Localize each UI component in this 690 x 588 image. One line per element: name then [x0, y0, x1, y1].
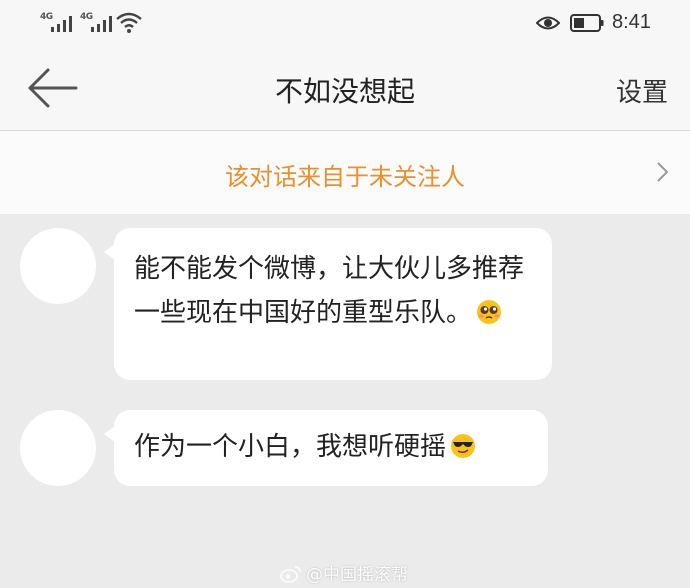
- wifi-icon: [116, 12, 142, 33]
- settings-button[interactable]: 设置: [616, 72, 668, 109]
- signal-1: 4G: [40, 12, 74, 34]
- battery-icon: [570, 14, 604, 32]
- eye-icon: [536, 16, 560, 30]
- chevron-right-icon: [657, 162, 669, 182]
- status-bar: 4G 4G 8:41: [0, 0, 690, 48]
- notice-text: 该对话来自于未关注人: [225, 163, 465, 191]
- signal-2: 4G: [80, 12, 114, 34]
- message-bubble[interactable]: 能不能发个微博，让大伙儿多推荐一些现在中国好的重型乐队。: [104, 228, 552, 380]
- message-text: 作为一个小白，我想听硬摇: [134, 432, 447, 462]
- page-title: 不如没想起: [274, 75, 415, 108]
- clock: 8:41: [612, 11, 651, 33]
- signal-icon: [51, 16, 72, 32]
- weibo-icon: [280, 566, 301, 583]
- message-bubble[interactable]: 作为一个小白，我想听硬摇: [104, 410, 548, 486]
- watermark-text: @中国摇滚帮: [306, 565, 408, 585]
- avatar[interactable]: [20, 228, 96, 304]
- watermark: @中国摇滚帮: [280, 560, 408, 585]
- signal-icon: [91, 16, 112, 32]
- message-text: 能不能发个微博，让大伙儿多推荐一些现在中国好的重型乐队。: [134, 254, 525, 328]
- sunglasses-face-icon: [451, 434, 476, 458]
- avatar[interactable]: [20, 410, 96, 486]
- pleading-face-icon: [477, 300, 502, 324]
- nav-bar: 不如没想起 设置: [0, 48, 690, 131]
- stranger-notice[interactable]: 该对话来自于未关注人: [0, 131, 690, 214]
